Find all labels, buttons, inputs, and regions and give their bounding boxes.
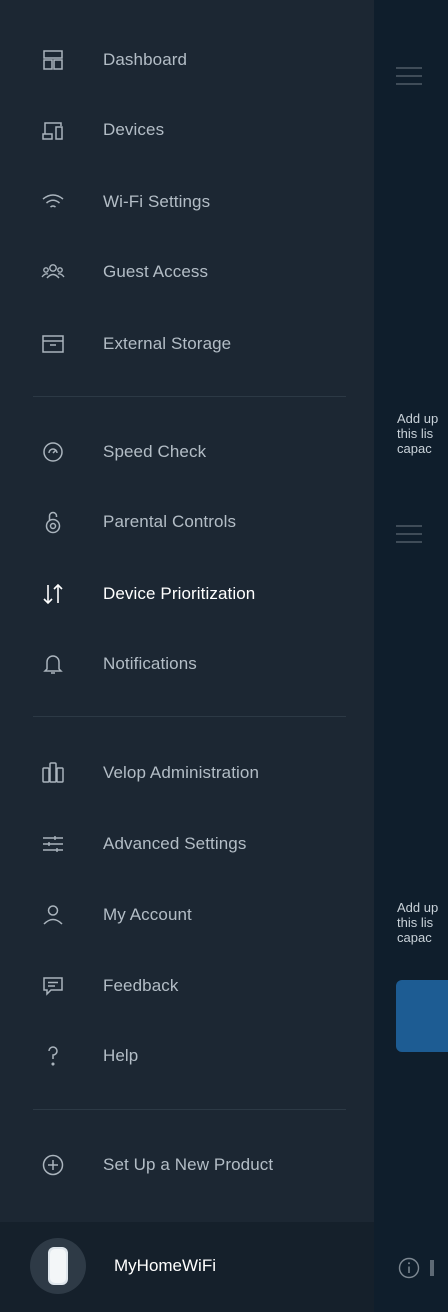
nav-label: Velop Administration <box>103 763 260 782</box>
info-icon[interactable] <box>398 1257 420 1279</box>
nav-label: Devices <box>103 120 165 139</box>
question-icon <box>41 1044 65 1068</box>
nav-label: Device Prioritization <box>103 584 256 603</box>
network-footer[interactable]: MyHomeWiFi <box>0 1222 374 1312</box>
nav-item-guest-access[interactable]: Guest Access <box>0 244 374 300</box>
text-line: this lis <box>397 915 434 930</box>
nav-item-external-storage[interactable]: External Storage <box>0 316 374 372</box>
guest-icon <box>41 260 65 284</box>
nav-item-feedback[interactable]: Feedback <box>0 958 374 1014</box>
text-line: capac <box>397 441 432 456</box>
nav-label: Dashboard <box>103 50 188 69</box>
text-line: capac <box>397 930 432 945</box>
primary-button[interactable] <box>396 980 448 1052</box>
storage-icon <box>41 332 65 356</box>
hamburger-icon[interactable] <box>396 67 422 85</box>
priority-arrows-icon <box>41 582 65 606</box>
navigation-drawer: Dashboard Devices Wi-Fi Settings Guest A… <box>0 0 374 1312</box>
nav-label: External Storage <box>103 334 232 353</box>
content-peek: Add up this lis capac Add up this lis ca… <box>374 0 448 1312</box>
divider <box>33 716 346 717</box>
nav-label: Parental Controls <box>103 512 237 531</box>
dashboard-icon <box>41 48 65 72</box>
nav-item-notifications[interactable]: Notifications <box>0 636 374 692</box>
sliders-icon <box>41 832 65 856</box>
nav-item-set-up-new-product[interactable]: Set Up a New Product <box>0 1137 374 1193</box>
divider <box>33 1109 346 1110</box>
text-line: this lis <box>397 426 434 441</box>
nav-label: Wi-Fi Settings <box>103 192 211 211</box>
hamburger-icon[interactable] <box>396 525 422 543</box>
chat-icon <box>41 974 65 998</box>
info-text-fragment <box>430 1260 434 1276</box>
velop-nodes-icon <box>41 761 65 785</box>
text-line: Add up <box>397 900 439 915</box>
content-text-2: Add up this lis capac <box>397 900 448 945</box>
nav-item-speed-check[interactable]: Speed Check <box>0 424 374 480</box>
nav-label: Guest Access <box>103 262 209 281</box>
nav-label: Feedback <box>103 976 179 995</box>
plus-circle-icon <box>41 1153 65 1177</box>
person-icon <box>41 903 65 927</box>
wifi-icon <box>41 190 65 214</box>
nav-item-device-prioritization[interactable]: Device Prioritization <box>0 566 374 622</box>
content-text-1: Add up this lis capac <box>397 411 448 456</box>
nav-item-velop-administration[interactable]: Velop Administration <box>0 745 374 801</box>
nav-item-dashboard[interactable]: Dashboard <box>0 32 374 88</box>
nav-item-parental-controls[interactable]: Parental Controls <box>0 494 374 550</box>
nav-label: Set Up a New Product <box>103 1155 274 1174</box>
nav-label: Help <box>103 1046 139 1065</box>
lock-icon <box>41 510 65 534</box>
speedometer-icon <box>41 440 65 464</box>
velop-node-icon <box>48 1247 68 1285</box>
nav-label: Speed Check <box>103 442 207 461</box>
network-name: MyHomeWiFi <box>114 1256 216 1275</box>
nav-label: Advanced Settings <box>103 834 247 853</box>
nav-label: Notifications <box>103 654 197 673</box>
text-line: Add up <box>397 411 439 426</box>
divider <box>33 396 346 397</box>
nav-item-my-account[interactable]: My Account <box>0 887 374 943</box>
devices-icon <box>41 118 65 142</box>
avatar <box>30 1238 86 1294</box>
nav-label: My Account <box>103 905 192 924</box>
nav-item-help[interactable]: Help <box>0 1028 374 1084</box>
bell-icon <box>41 652 65 676</box>
nav-item-wifi-settings[interactable]: Wi-Fi Settings <box>0 174 374 230</box>
nav-item-advanced-settings[interactable]: Advanced Settings <box>0 816 374 872</box>
nav-item-devices[interactable]: Devices <box>0 102 374 158</box>
